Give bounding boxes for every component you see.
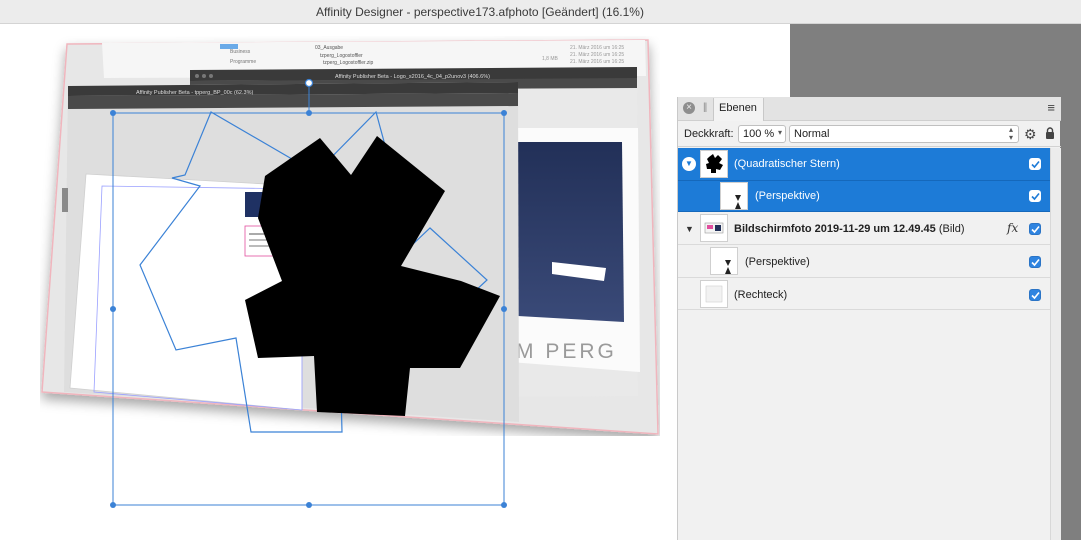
resize-handle-tr[interactable]: [501, 110, 507, 116]
layer-thumbnail: [700, 150, 728, 178]
app-window: Affinity Designer - perspective173.afpho…: [0, 0, 1081, 540]
panel-menu-icon[interactable]: ≡: [1047, 100, 1055, 115]
resize-handle-br[interactable]: [501, 502, 507, 508]
visibility-checkbox[interactable]: [1029, 223, 1041, 235]
tab-layers[interactable]: Ebenen: [713, 98, 764, 121]
checkmark-icon: [1031, 160, 1040, 169]
disclosure-triangle-icon[interactable]: ▼: [685, 224, 694, 234]
opacity-input[interactable]: 100 % ▾: [738, 125, 786, 143]
resize-handle-b[interactable]: [306, 502, 312, 508]
layer-name: Bildschirmfoto 2019-11-29 um 12.49.45 (B…: [734, 223, 965, 235]
layer-name: (Perspektive): [745, 256, 810, 268]
resize-handle-t[interactable]: [306, 110, 312, 116]
stepper-arrows-icon: ▴ ▾: [1008, 125, 1013, 142]
checkmark-icon: [1031, 291, 1040, 300]
checkmark-icon: [1031, 192, 1040, 201]
resize-handle-l[interactable]: [110, 306, 116, 312]
resize-handle-r[interactable]: [501, 306, 507, 312]
layer-name: (Rechteck): [734, 289, 788, 301]
rotation-handle[interactable]: [304, 78, 314, 88]
visibility-checkbox[interactable]: [1029, 289, 1041, 301]
layer-row-bildschirmfoto[interactable]: ▼ Bildschirmfoto 2019-11-29 um 12.49.45 …: [678, 212, 1050, 245]
grip-icon[interactable]: ||: [703, 102, 707, 113]
layer-thumbnail: [700, 214, 728, 242]
layers-panel: × || Ebenen ≡ Deckkraft: 100 % ▾ Normal …: [677, 97, 1061, 540]
gear-icon[interactable]: ⚙: [1024, 126, 1037, 143]
resize-handle-bl[interactable]: [110, 502, 116, 508]
lock-icon[interactable]: [1045, 127, 1055, 140]
layer-name: (Quadratischer Stern): [734, 158, 840, 170]
disclosure-triangle-icon[interactable]: ▼: [682, 157, 696, 171]
blend-mode-select[interactable]: Normal ▴ ▾: [789, 125, 1019, 143]
opacity-value: 100 %: [743, 128, 775, 140]
layer-thumbnail: [700, 280, 728, 308]
close-icon[interactable]: ×: [683, 102, 695, 114]
layer-row-perspektive[interactable]: (Perspektive): [678, 181, 1050, 212]
layer-thumbnail: [720, 182, 748, 210]
blend-mode-value: Normal: [794, 128, 830, 140]
opacity-label: Deckkraft:: [684, 128, 734, 140]
visibility-checkbox[interactable]: [1029, 256, 1041, 268]
panel-header: × || Ebenen ≡: [678, 97, 1061, 121]
fx-icon[interactable]: fx: [1007, 221, 1018, 235]
chevron-down-icon: ▾: [777, 128, 782, 137]
visibility-checkbox[interactable]: [1029, 190, 1041, 202]
selection-bounds[interactable]: [0, 0, 680, 540]
layer-thumbnail: [710, 247, 738, 275]
layer-row-perspektive-2[interactable]: (Perspektive): [678, 245, 1050, 278]
visibility-checkbox[interactable]: [1029, 158, 1041, 170]
layer-name-suffix: (Bild): [935, 223, 965, 235]
opacity-row: Deckkraft: 100 % ▾ Normal ▴ ▾ ⚙: [678, 122, 1061, 147]
layers-list: ▼ (Quadratischer Stern) (Perspektive) ▼ …: [678, 148, 1050, 540]
layer-name-bold: Bildschirmfoto 2019-11-29 um 12.49.45: [734, 223, 936, 235]
layer-name: (Perspektive): [755, 190, 820, 202]
checkmark-icon: [1031, 225, 1040, 234]
resize-handle-tl[interactable]: [110, 110, 116, 116]
layer-row-quadratischer-stern[interactable]: ▼ (Quadratischer Stern): [678, 148, 1050, 181]
layer-row-rechteck[interactable]: (Rechteck): [678, 278, 1050, 310]
checkmark-icon: [1031, 258, 1040, 267]
panel-scrollbar[interactable]: [1050, 148, 1061, 540]
